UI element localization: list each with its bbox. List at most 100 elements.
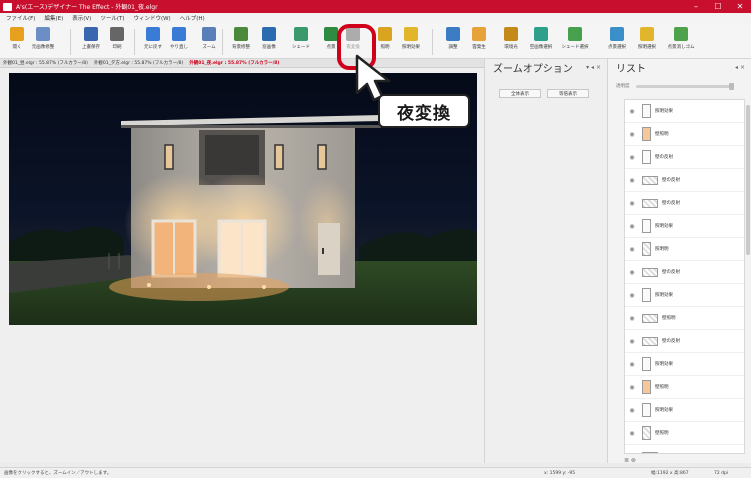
actual-size-button[interactable]: 等倍表示 (547, 89, 589, 98)
toolbar-button-label: 元に戻す (144, 45, 162, 50)
list-footer-icons[interactable]: ≣ ⊗ (624, 457, 636, 464)
menu-edit[interactable]: 編集(E) (44, 14, 63, 22)
layer-label: 照明効果 (655, 109, 673, 114)
list-item[interactable]: ◉ 照明効果 (625, 399, 744, 422)
list-item[interactable]: ◉ 壁照明 (625, 422, 744, 445)
toolbar-button-label: シェード選択 (561, 45, 589, 50)
list-item[interactable]: ◉ 照明効果 (625, 100, 744, 123)
image-size: 幅:1192 x 高:867 (651, 471, 689, 476)
list-item[interactable]: ◉ 壁の反射 (625, 261, 744, 284)
scenery-icon (324, 27, 338, 41)
shade-select-icon (568, 27, 582, 41)
list-item[interactable]: ◉ 壁の反射 (625, 192, 744, 215)
minimize-button[interactable]: – (685, 0, 707, 13)
toolbar-button-4[interactable]: 印刷 (104, 27, 130, 50)
toolbar-button-19[interactable]: シェード選択 (561, 27, 589, 50)
visibility-eye-icon[interactable]: ◉ (625, 269, 639, 276)
list-item[interactable]: ◉ 照明効果 (625, 353, 744, 376)
visibility-eye-icon[interactable]: ◉ (625, 223, 639, 230)
visibility-eye-icon[interactable]: ◉ (625, 292, 639, 299)
visibility-eye-icon[interactable]: ◉ (625, 430, 639, 437)
layer-thumbnail (642, 150, 651, 164)
toolbar-button-20[interactable]: 点景選択 (604, 27, 630, 50)
visibility-eye-icon[interactable]: ◉ (625, 384, 639, 391)
lighting-icon (378, 27, 392, 41)
visibility-eye-icon[interactable]: ◉ (625, 200, 639, 207)
status-hint: 画像をクリックすると、ズームイン／アウトします。 (4, 471, 112, 476)
visibility-eye-icon[interactable]: ◉ (625, 338, 639, 345)
toolbar-button-9[interactable]: 窓画像 (256, 27, 282, 50)
toolbar-button-label: 調整 (448, 45, 458, 50)
menu-file[interactable]: ファイル(F) (6, 14, 35, 22)
tab-evening[interactable]: 外観01_夕方.elgr : 55.87% (フルカラー/8) (94, 60, 183, 66)
list-panel-controls[interactable]: ◂ × (735, 64, 745, 71)
toolbar-button-3[interactable]: 上書保存 (78, 27, 104, 50)
light-effect-icon (404, 27, 418, 41)
toolbar-button-2[interactable]: 元画像修整 (30, 27, 56, 50)
opacity-slider[interactable] (635, 82, 734, 90)
toolbar-button-15[interactable]: 調整 (440, 27, 466, 50)
list-item[interactable]: ◉ 照明効果 (625, 215, 744, 238)
visibility-eye-icon[interactable]: ◉ (625, 108, 639, 115)
layer-label: 照明効果 (655, 293, 673, 298)
toolbar-button-10[interactable]: シェード (288, 27, 314, 50)
list-item[interactable]: ◉ 壁照明 (625, 123, 744, 146)
visibility-eye-icon[interactable]: ◉ (625, 154, 639, 161)
close-button[interactable]: ✕ (729, 0, 751, 13)
toolbar-button-7[interactable]: ズーム (196, 27, 222, 50)
list-item[interactable]: ◉ 壁照明 (625, 307, 744, 330)
layer-thumbnail (642, 104, 651, 118)
visibility-eye-icon[interactable]: ◉ (625, 315, 639, 322)
toolbar-button-label: 環境光 (504, 45, 518, 50)
print-icon (110, 27, 124, 41)
list-item[interactable]: ◉ 照明明 (625, 238, 744, 261)
toolbar-button-5[interactable]: 元に戻す (140, 27, 166, 50)
toolbar-button-label: 印刷 (112, 45, 122, 50)
list-item[interactable]: ◉ 壁の反射 (625, 445, 744, 454)
tab-daytime[interactable]: 外観01_昼.elgr : 55.87% (フルカラー/8) (3, 60, 88, 66)
undo-icon (146, 27, 160, 41)
visibility-eye-icon[interactable]: ◉ (625, 361, 639, 368)
layer-thumbnail (642, 242, 651, 256)
toolbar-button-8[interactable]: 背景修整 (228, 27, 254, 50)
toolbar-button-1[interactable]: 開く (4, 27, 30, 50)
tab-night[interactable]: 外観01_夜.elgr : 55.87% (フルカラー/8) (189, 60, 279, 66)
toolbar-button-21[interactable]: 照明選択 (634, 27, 660, 50)
list-scrollbar[interactable] (746, 105, 750, 255)
toolbar-button-label: 点景選択 (608, 45, 626, 50)
opacity-label: 透明度 (616, 84, 630, 89)
list-item[interactable]: ◉ 壁の反射 (625, 146, 744, 169)
visibility-eye-icon[interactable]: ◉ (625, 246, 639, 253)
fit-view-button[interactable]: 全体表示 (499, 89, 541, 98)
toolbar-button-14[interactable]: 照明効果 (398, 27, 424, 50)
toolbar-button-label: 窓画像 (262, 45, 276, 50)
menu-view[interactable]: 表示(V) (72, 14, 91, 22)
menu-window[interactable]: ウィンドウ(W) (133, 14, 170, 22)
menu-help[interactable]: ヘルプ(H) (180, 14, 205, 22)
cursor-coordinates: x: 1599 y: -95 (544, 470, 576, 476)
layer-label: 照明効果 (655, 362, 673, 367)
toolbar-button-label: 点景 (326, 45, 336, 50)
list-item[interactable]: ◉ 壁の反射 (625, 169, 744, 192)
app-logo-icon (3, 2, 12, 11)
toolbar-button-6[interactable]: やり直し (166, 27, 192, 50)
menu-tools[interactable]: ツール(T) (100, 14, 124, 22)
toolbar-separator (432, 29, 433, 55)
zoom-panel-controls[interactable]: ▾ ◂ × (586, 64, 601, 71)
opacity-slider-handle[interactable] (728, 82, 734, 90)
layer-label: 壁照明 (655, 132, 669, 137)
visibility-eye-icon[interactable]: ◉ (625, 407, 639, 414)
list-item[interactable]: ◉ 照明効果 (625, 284, 744, 307)
list-item[interactable]: ◉ 壁の反射 (625, 330, 744, 353)
maximize-button[interactable]: ☐ (707, 0, 729, 13)
list-item[interactable]: ◉ 壁照明 (625, 376, 744, 399)
toolbar-button-16[interactable]: 雲発生 (466, 27, 492, 50)
visibility-eye-icon[interactable]: ◉ (625, 131, 639, 138)
visibility-eye-icon[interactable]: ◉ (625, 453, 639, 454)
toolbar-button-18[interactable]: 空画像選択 (528, 27, 554, 50)
toolbar-button-17[interactable]: 環境光 (498, 27, 524, 50)
toolbar-button-22[interactable]: 点景消しゴム (668, 27, 695, 50)
list-panel: リスト ◂ × 透明度 ◉ 照明効果 ◉ 壁照明 ◉ 壁の反射 ◉ 壁の反射 ◉ 壁の反射 ◉ 照明効… (607, 59, 751, 464)
layer-thumbnail (642, 267, 658, 277)
visibility-eye-icon[interactable]: ◉ (625, 177, 639, 184)
